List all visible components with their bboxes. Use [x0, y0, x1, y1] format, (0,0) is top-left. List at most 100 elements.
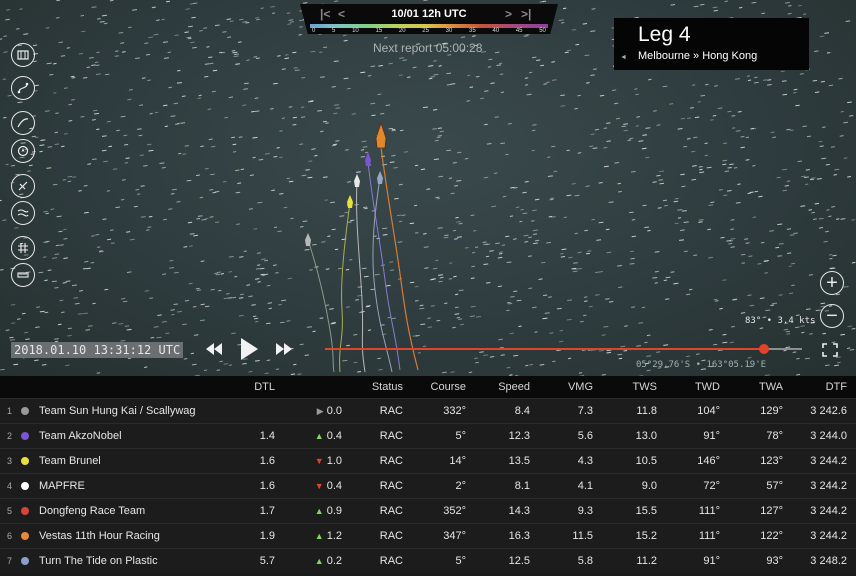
route-icon[interactable] — [11, 76, 35, 100]
header-course[interactable]: Course — [420, 376, 466, 398]
cell-vmg: 9.3 — [577, 505, 593, 517]
current-icon[interactable] — [11, 201, 35, 225]
timeline-handle[interactable] — [758, 344, 769, 354]
leg-route: Melbourne » Hong Kong — [638, 50, 758, 62]
cell-dtl — [230, 399, 275, 423]
wind-icon[interactable] — [11, 111, 35, 135]
cell-twa: 129° — [760, 405, 783, 417]
position-change: ▼ 1.0 — [314, 455, 342, 467]
rewind-icon[interactable] — [206, 343, 222, 355]
map-layers-icon[interactable] — [11, 43, 35, 67]
wind-scale-label: 50 — [539, 28, 546, 34]
boat-mapfre — [354, 174, 360, 187]
cell-status: RAC — [379, 430, 403, 442]
cell-dtf: 3 244.2 — [810, 480, 847, 492]
step-forward-icon[interactable]: > — [505, 7, 512, 21]
fullscreen-icon[interactable] — [822, 343, 838, 357]
boat-scallywag — [305, 233, 311, 246]
cell-speed: 14.3 — [508, 505, 530, 517]
header-dtl[interactable]: DTL — [230, 376, 275, 398]
trend-down-icon: ▼ — [314, 481, 324, 491]
team-name[interactable]: Team Sun Hung Kai / Scallywag — [39, 399, 239, 423]
team-color-dot — [21, 424, 31, 448]
cell-tws: 10.5 — [635, 455, 657, 467]
rank: 5 — [7, 506, 13, 516]
team-name[interactable]: Team Brunel — [39, 449, 239, 473]
next-report-countdown: Next report 05:00:28 — [373, 41, 483, 55]
cell-vmg: 5.8 — [577, 555, 593, 567]
table-row[interactable]: 6 Vestas 11th Hour Racing ▲ 1.2 1.9 RAC 347° 16… — [0, 523, 856, 548]
boat-dongfeng — [377, 171, 383, 184]
boat-akzonobel — [365, 152, 371, 166]
cell-dtf: 3 242.6 — [810, 405, 847, 417]
cell-dtf: 3 244.2 — [810, 455, 847, 467]
cell-tws: 11.8 — [636, 405, 657, 417]
rank: 7 — [7, 556, 13, 566]
grid-icon[interactable] — [11, 236, 35, 260]
timeline-progress — [325, 348, 764, 350]
team-name[interactable]: Turn The Tide on Plastic — [39, 549, 239, 573]
team-name[interactable]: Vestas 11th Hour Racing — [39, 524, 239, 548]
cell-course: 5° — [455, 430, 466, 442]
wind-scale-label: 0 — [312, 28, 316, 34]
header-twd[interactable]: TWD — [680, 376, 720, 398]
table-row[interactable]: 1 Team Sun Hung Kai / Scallywag ▶ 0.0 RAC 332… — [0, 398, 856, 423]
cell-dtl: 1.7 — [259, 505, 275, 517]
wind-scale-label: 10 — [352, 28, 359, 34]
cursor-coordinates: 05°29.76'S • 163°05.19'E — [636, 360, 767, 370]
race-tracker-app: |< < 10/01 12h UTC > >| 0 5 10 15 20 25 30 35 40… — [0, 0, 856, 576]
position-change: ▶ 0.0 — [316, 405, 342, 417]
team-name[interactable]: MAPFRE — [39, 474, 239, 498]
team-name[interactable]: Team AkzoNobel — [39, 424, 239, 448]
header-tws[interactable]: TWS — [620, 376, 657, 398]
trend-up-icon: ▲ — [314, 506, 324, 516]
track-vestas — [380, 146, 419, 371]
table-row[interactable]: 2 Team AkzoNobel ▲ 0.4 1.4 RAC 5° 12.3 5.6 13.0 91… — [0, 423, 856, 448]
wind-readout: 83° • 3.4 kts — [745, 316, 816, 326]
table-header: DTL Status Course Speed VMG TWS TWD TWA … — [0, 376, 856, 398]
cell-course: 352° — [443, 505, 466, 517]
cell-course: 332° — [443, 405, 466, 417]
cell-tws: 13.0 — [635, 430, 657, 442]
team-name[interactable]: Dongfeng Race Team — [39, 499, 239, 523]
header-status[interactable]: Status — [355, 376, 403, 398]
timeline-slider[interactable] — [325, 344, 802, 354]
table-row[interactable]: 4 MAPFRE ▼ 0.4 1.6 RAC 2° 8.1 4.1 9.0 72° 57° 3 244.… — [0, 473, 856, 498]
cell-twa: 127° — [760, 505, 783, 517]
wind-scale-label: 5 — [332, 28, 336, 34]
header-speed[interactable]: Speed — [480, 376, 530, 398]
sail-icon[interactable] — [11, 174, 35, 198]
rank: 6 — [7, 531, 13, 541]
cell-course: 347° — [443, 530, 466, 542]
fast-forward-icon[interactable] — [276, 343, 292, 355]
compass-icon[interactable] — [11, 139, 35, 163]
wind-scale-label: 30 — [445, 28, 453, 34]
forecast-date: 10/01 12h UTC — [391, 8, 467, 20]
cell-dtf: 3 244.2 — [810, 505, 847, 517]
trend-up-icon: ▲ — [314, 431, 324, 441]
table-row[interactable]: 3 Team Brunel ▼ 1.0 1.6 RAC 14° 13.5 4.3 10.5 146°… — [0, 448, 856, 473]
table-row[interactable]: 5 Dongfeng Race Team ▲ 0.9 1.7 RAC 352° 14.3 9.3… — [0, 498, 856, 523]
skip-forward-icon[interactable]: >| — [521, 7, 531, 21]
rank: 4 — [7, 481, 13, 491]
header-dtf[interactable]: DTF — [800, 376, 847, 398]
position-change: ▲ 1.2 — [314, 530, 342, 542]
table-row[interactable]: 7 Turn The Tide on Plastic ▲ 0.2 5.7 RAC 5° 12.… — [0, 548, 856, 573]
ruler-icon[interactable] — [11, 263, 35, 287]
collapse-arrow-icon[interactable]: ◄ — [620, 54, 627, 61]
position-change: ▲ 0.2 — [314, 555, 342, 567]
cell-twd: 91° — [703, 555, 720, 567]
zoom-in-button[interactable]: + — [820, 271, 844, 295]
header-twa[interactable]: TWA — [745, 376, 783, 398]
play-icon[interactable] — [240, 338, 258, 360]
cell-twd: 146° — [697, 455, 720, 467]
replay-timestamp: 2018.01.10 13:31:12 UTC — [11, 342, 184, 358]
leaderboard-table: DTL Status Course Speed VMG TWS TWD TWA … — [0, 376, 856, 576]
zoom-out-button[interactable]: − — [820, 304, 844, 328]
cell-speed: 16.3 — [508, 530, 530, 542]
race-map[interactable]: |< < 10/01 12h UTC > >| 0 5 10 15 20 25 30 35 40… — [0, 0, 856, 376]
cell-twa: 93° — [766, 555, 783, 567]
header-vmg[interactable]: VMG — [550, 376, 593, 398]
cell-status: RAC — [379, 505, 403, 517]
cell-vmg: 5.6 — [577, 430, 593, 442]
